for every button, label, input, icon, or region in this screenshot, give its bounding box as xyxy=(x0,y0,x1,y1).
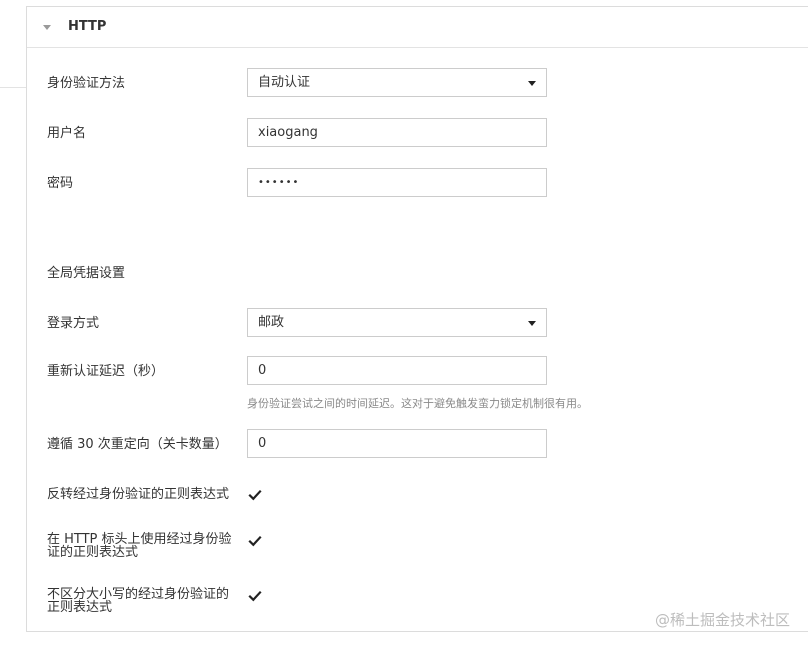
chevron-down-icon[interactable] xyxy=(43,25,51,30)
redirects-label: 遵循 30 次重定向（关卡数量） xyxy=(47,437,228,452)
reauth-delay-input[interactable]: 0 xyxy=(247,356,547,385)
login-mode-select[interactable]: 邮政 xyxy=(247,308,547,337)
password-input[interactable]: •••••• xyxy=(247,168,547,197)
check-icon xyxy=(248,489,262,501)
auth-method-value: 自动认证 xyxy=(258,75,311,90)
case-insensitive-checkbox[interactable] xyxy=(247,588,263,604)
auth-method-select[interactable]: 自动认证 xyxy=(247,68,547,97)
global-credentials-heading: 全局凭据设置 xyxy=(47,266,126,281)
username-value: xiaogang xyxy=(258,125,318,140)
login-mode-label: 登录方式 xyxy=(47,316,100,331)
case-insensitive-label: 不区分大小写的经过身份验证的 正则表达式 xyxy=(47,588,229,614)
redirects-input[interactable]: 0 xyxy=(247,429,547,458)
redirects-value: 0 xyxy=(258,436,267,451)
invert-regex-label: 反转经过身份验证的正则表达式 xyxy=(47,487,230,502)
auth-method-label: 身份验证方法 xyxy=(47,76,126,91)
panel-title: HTTP xyxy=(68,19,107,34)
header-regex-label-line2: 证的正则表达式 xyxy=(47,545,139,560)
header-regex-checkbox[interactable] xyxy=(247,533,263,549)
header-regex-label: 在 HTTP 标头上使用经过身份验 证的正则表达式 xyxy=(47,533,232,559)
password-value: •••••• xyxy=(258,177,300,188)
caret-down-icon xyxy=(528,321,536,326)
left-strip xyxy=(0,0,26,648)
username-input[interactable]: xiaogang xyxy=(247,118,547,147)
panel-header[interactable]: HTTP xyxy=(27,7,808,48)
reauth-delay-help: 身份验证尝试之间的时间延迟。这对于避免触发蛮力锁定机制很有用。 xyxy=(247,397,588,410)
password-label: 密码 xyxy=(47,176,74,191)
username-label: 用户名 xyxy=(47,126,87,141)
divider xyxy=(0,87,26,88)
invert-regex-checkbox[interactable] xyxy=(247,487,263,503)
caret-down-icon xyxy=(528,81,536,86)
case-insensitive-label-line2: 正则表达式 xyxy=(47,600,113,615)
reauth-delay-label: 重新认证延迟（秒） xyxy=(47,364,165,379)
login-mode-value: 邮政 xyxy=(258,315,285,330)
watermark: @稀土掘金技术社区 xyxy=(654,611,790,629)
reauth-delay-value: 0 xyxy=(258,363,267,378)
check-icon xyxy=(248,590,262,602)
check-icon xyxy=(248,535,262,547)
